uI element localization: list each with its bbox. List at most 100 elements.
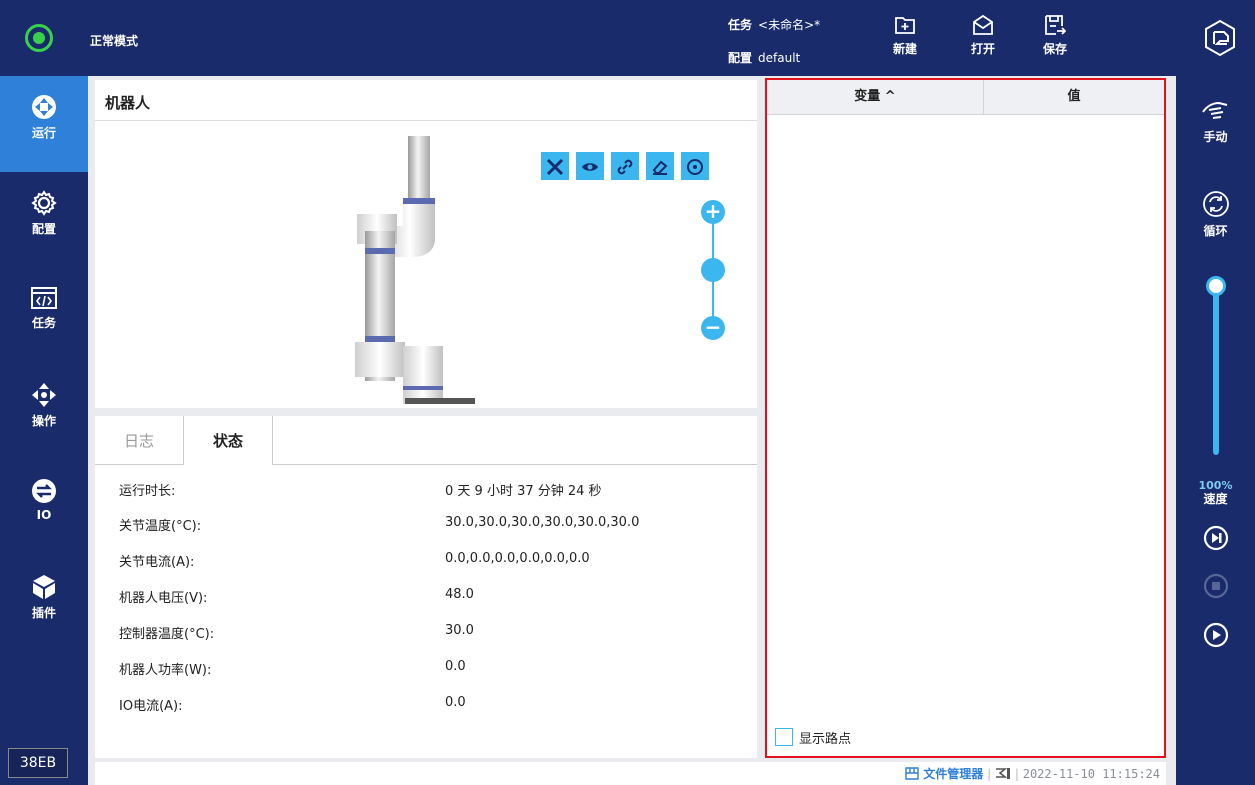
save-icon xyxy=(1045,15,1066,35)
stop-button[interactable] xyxy=(1176,573,1255,603)
right-sidebar: 手动 循环 100% 速度 xyxy=(1176,76,1255,785)
play-icon xyxy=(1203,622,1228,648)
show-waypoints-label: 显示路点 xyxy=(799,732,852,747)
loop-icon xyxy=(1202,191,1229,217)
speed-slider-track[interactable] xyxy=(1213,290,1219,455)
status-bar-right: 文件管理器 | | 2022-11-10 11:15:24 xyxy=(905,765,1160,782)
target-icon[interactable] xyxy=(681,152,710,180)
hand-icon xyxy=(1201,101,1227,119)
manual-button[interactable]: 手动 xyxy=(1176,100,1255,145)
save-label: 保存 xyxy=(1042,42,1067,56)
eraser-icon[interactable] xyxy=(646,152,675,180)
save-button[interactable]: 保存 xyxy=(1030,14,1080,57)
config-info[interactable]: 配置 default xyxy=(728,49,800,66)
io-icon xyxy=(32,479,56,503)
value-column-header[interactable]: 值 xyxy=(984,80,1164,114)
view-toolbar xyxy=(541,152,711,180)
status-bar: 文件管理器 | | 2022-11-10 11:15:24 xyxy=(95,762,1166,785)
sidebar-item-label: 插件 xyxy=(31,606,56,620)
show-waypoints-checkbox[interactable] xyxy=(775,728,793,746)
new-label: 新建 xyxy=(892,42,917,56)
speed-label: 速度 xyxy=(1203,492,1228,506)
task-name: <未命名>* xyxy=(758,18,821,32)
sidebar-item-label: 操作 xyxy=(31,414,56,428)
run-icon xyxy=(32,95,56,119)
panel-title: 机器人 xyxy=(105,94,151,112)
open-button[interactable]: 打开 xyxy=(958,14,1008,57)
zoom-out-button[interactable]: − xyxy=(701,316,725,340)
config-name: default xyxy=(758,51,801,65)
sidebar-item-task[interactable]: 任务 xyxy=(0,268,88,364)
version-badge: 38EB xyxy=(8,748,68,778)
status-label: 关节温度(°C): xyxy=(119,519,202,534)
zoom-in-button[interactable]: + xyxy=(701,200,725,224)
file-manager-icon xyxy=(905,767,920,780)
tab-log[interactable]: 日志 xyxy=(95,416,183,464)
status-tabs: 日志 状态 xyxy=(95,416,757,465)
mode-label: 正常模式 xyxy=(90,34,139,48)
task-label: 任务 xyxy=(728,18,753,32)
sidebar-item-config[interactable]: 配置 xyxy=(0,172,88,268)
network-icon xyxy=(996,768,1011,779)
loop-label: 循环 xyxy=(1203,224,1228,238)
link-icon[interactable] xyxy=(611,152,640,180)
status-label: 控制器温度(°C): xyxy=(119,627,215,642)
variable-column-header[interactable]: 变量 ^ xyxy=(767,80,984,114)
speed-slider-handle[interactable] xyxy=(1206,276,1226,296)
status-label: 关节电流(A): xyxy=(119,555,195,570)
status-label: 机器人电压(V): xyxy=(119,591,208,606)
zoom-control: + − xyxy=(701,200,725,340)
task-info[interactable]: 任务 <未命名>* xyxy=(728,16,820,33)
sidebar-item-label: 运行 xyxy=(31,126,56,140)
status-label: IO电流(A): xyxy=(119,699,183,714)
show-waypoints-toggle[interactable]: 显示路点 xyxy=(775,728,851,747)
timestamp: 2022-11-10 11:15:24 xyxy=(1022,767,1160,781)
left-sidebar: 运行 配置 任务 操作 IO 插件 38EB xyxy=(0,76,88,785)
robot-panel: 机器人 + − xyxy=(95,80,757,408)
new-file-icon xyxy=(895,17,915,34)
robot-3d-view[interactable] xyxy=(345,136,485,404)
status-value: 30.0 xyxy=(445,623,474,638)
eye-icon[interactable] xyxy=(576,152,605,180)
status-value: 0.0,0.0,0.0,0.0,0.0,0.0 xyxy=(445,551,590,566)
step-forward-icon xyxy=(1203,525,1228,551)
move-arrows-icon xyxy=(32,383,56,407)
sidebar-item-io[interactable]: IO xyxy=(0,460,88,556)
sidebar-item-operate[interactable]: 操作 xyxy=(0,364,88,460)
status-label: 运行时长: xyxy=(119,484,176,499)
status-value: 48.0 xyxy=(445,587,474,602)
top-bar: 正常模式 任务 <未命名>* 配置 default 新建 打开 保存 xyxy=(0,0,1255,76)
sidebar-item-label: 任务 xyxy=(31,316,56,330)
stop-icon xyxy=(1203,573,1228,599)
sidebar-item-plugins[interactable]: 插件 xyxy=(0,556,88,652)
open-label: 打开 xyxy=(970,42,995,56)
sidebar-item-label: 配置 xyxy=(31,222,56,236)
code-window-icon xyxy=(31,287,57,309)
config-label: 配置 xyxy=(728,51,753,65)
variables-table-header: 变量 ^ 值 xyxy=(767,80,1164,115)
mode-indicator-icon xyxy=(25,24,53,52)
divider xyxy=(95,120,757,121)
sidebar-item-run[interactable]: 运行 xyxy=(0,76,88,172)
status-label: 机器人功率(W): xyxy=(119,663,212,678)
brand-logo-icon xyxy=(1205,19,1235,57)
cube-icon xyxy=(33,575,55,599)
new-button[interactable]: 新建 xyxy=(880,14,930,57)
step-button[interactable] xyxy=(1176,525,1255,555)
status-value: 0.0 xyxy=(445,659,466,674)
status-value: 0.0 xyxy=(445,695,466,710)
status-value: 30.0,30.0,30.0,30.0,30.0,30.0 xyxy=(445,515,640,530)
zoom-slider-handle[interactable] xyxy=(701,258,725,282)
manual-label: 手动 xyxy=(1203,130,1228,144)
loop-button[interactable]: 循环 xyxy=(1176,190,1255,239)
file-manager-link[interactable]: 文件管理器 xyxy=(923,767,983,781)
gear-icon xyxy=(31,190,57,216)
variables-panel: 变量 ^ 值 显示路点 xyxy=(765,78,1166,758)
open-file-icon xyxy=(973,14,993,35)
sidebar-item-label: IO xyxy=(36,508,52,522)
status-panel: 日志 状态 运行时长: 0 天 9 小时 37 分钟 24 秒 关节温度(°C)… xyxy=(95,416,757,758)
tool-icon[interactable] xyxy=(541,152,569,180)
status-value: 0 天 9 小时 37 分钟 24 秒 xyxy=(445,484,602,499)
tab-status[interactable]: 状态 xyxy=(183,416,273,465)
play-button[interactable] xyxy=(1176,622,1255,652)
